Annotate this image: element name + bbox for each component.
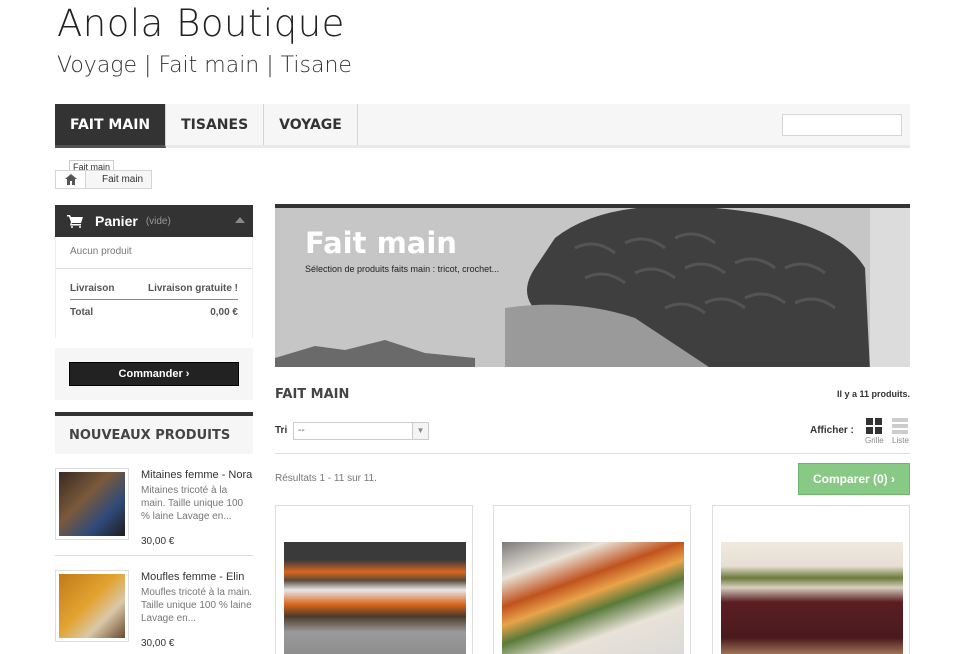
product-name-link[interactable]: Moufles femme - Elin: [141, 570, 253, 584]
list-icon: [892, 418, 909, 434]
product-price: 30,00 €: [141, 638, 175, 649]
view-list-label: Liste: [892, 436, 909, 445]
list-item: Moufles femme - Elin Moufles tricoté à l…: [55, 556, 253, 654]
product-card[interactable]: [275, 505, 473, 654]
banner-subtitle: Sélection de produits faits main : trico…: [305, 264, 500, 274]
product-image[interactable]: [284, 542, 466, 654]
collapse-arrow-icon[interactable]: [235, 217, 245, 223]
product-card[interactable]: [493, 505, 691, 654]
cart-empty-text: Aucun produit: [56, 237, 252, 269]
search-input[interactable]: [782, 114, 902, 136]
product-thumbnail[interactable]: [55, 570, 129, 642]
cart-total-row: Total 0,00 €: [56, 300, 252, 338]
menu-item-voyage[interactable]: VOYAGE: [264, 104, 358, 145]
new-products-title[interactable]: NOUVEAUX PRODUITS: [55, 412, 253, 454]
product-card[interactable]: [712, 505, 910, 654]
category-heading: FAIT MAIN: [275, 387, 350, 402]
product-count: Il y a 11 produits.: [836, 389, 910, 399]
product-price: 30,00 €: [141, 536, 175, 547]
site-tagline: Voyage | Fait main | Tisane: [57, 53, 352, 78]
shipping-value: Livraison gratuite !: [147, 283, 238, 294]
view-grid-label: Grille: [865, 436, 884, 445]
product-thumbnail[interactable]: [55, 468, 129, 540]
product-description: Mitaines tricoté à la main. Taille uniqu…: [141, 485, 244, 522]
cart-status: (vide): [145, 215, 171, 227]
product-image[interactable]: [502, 542, 684, 654]
shipping-label: Livraison: [70, 283, 115, 294]
site-logo[interactable]: Anola Boutique: [57, 2, 345, 45]
cart-shipping-row: Livraison Livraison gratuite !: [70, 269, 238, 300]
category-banner: Fait main Sélection de produits faits ma…: [275, 204, 910, 367]
total-label: Total: [70, 307, 94, 318]
view-list-button[interactable]: Liste: [892, 418, 909, 445]
view-label: Afficher :: [810, 425, 854, 436]
new-products-block: NOUVEAUX PRODUITS Mitaines femme - Nora …: [55, 412, 253, 654]
sort-select[interactable]: -- ▼: [293, 422, 429, 440]
breadcrumb: Fait main: [55, 170, 153, 189]
product-name-link[interactable]: Mitaines femme - Nora: [141, 468, 253, 482]
menu-item-tisanes[interactable]: TISANES: [166, 104, 265, 145]
chevron-down-icon: ▼: [412, 423, 428, 439]
sort-label: Tri: [275, 425, 288, 436]
cart-header[interactable]: Panier (vide): [55, 205, 253, 237]
home-icon[interactable]: [56, 171, 86, 188]
cart-title: Panier: [95, 213, 138, 229]
main-menu: FAIT MAIN TISANES VOYAGE: [55, 104, 910, 148]
banner-title: Fait main: [305, 226, 457, 260]
checkout-button[interactable]: Commander ›: [69, 362, 239, 386]
total-value: 0,00 €: [210, 307, 238, 318]
sort-select-value: --: [298, 425, 305, 436]
list-item: Mitaines femme - Nora Mitaines tricoté à…: [55, 454, 253, 556]
grid-icon: [866, 418, 883, 434]
compare-button[interactable]: Comparer (0) ›: [798, 463, 910, 495]
cart-icon: [67, 214, 83, 228]
product-description: Moufles tricoté à la main. Taille unique…: [141, 587, 253, 624]
breadcrumb-current: Fait main: [102, 174, 144, 185]
results-count: Résultats 1 - 11 sur 11.: [275, 473, 377, 484]
product-image[interactable]: [721, 542, 903, 654]
divider: [275, 453, 910, 454]
menu-item-fait-main[interactable]: FAIT MAIN: [55, 104, 167, 148]
cart-block: Panier (vide) Aucun produit Livraison Li…: [55, 205, 253, 400]
view-grid-button[interactable]: Grille: [865, 418, 884, 445]
